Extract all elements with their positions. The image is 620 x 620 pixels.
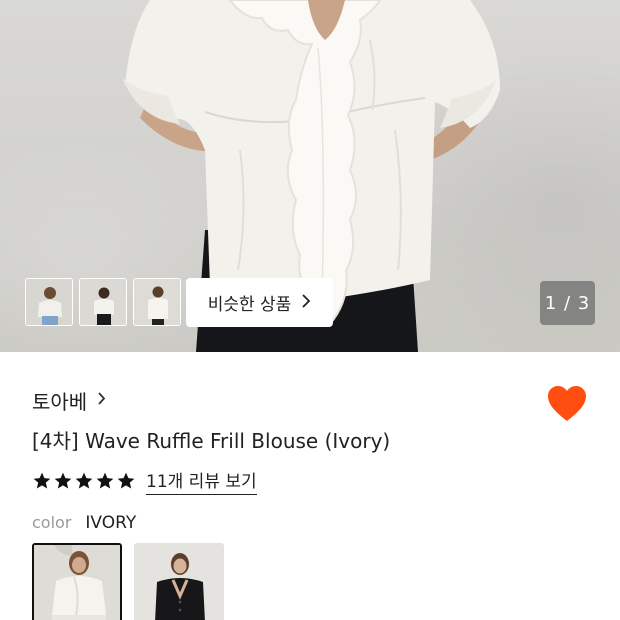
product-main-image[interactable]: 비슷한 상품 1 / 3 xyxy=(0,0,620,352)
brand-name: 토아베 xyxy=(32,390,88,414)
star-icon xyxy=(96,472,114,489)
thumbnail-1[interactable] xyxy=(25,278,73,326)
color-swatches xyxy=(32,543,224,620)
thumbnail-model-icon xyxy=(26,279,72,325)
brand-link[interactable]: 토아베 xyxy=(32,386,106,415)
rating-stars xyxy=(32,471,136,491)
color-label: color xyxy=(32,513,72,532)
thumbnail-model-icon xyxy=(134,279,180,325)
star-icon xyxy=(75,472,93,489)
color-row: color IVORY xyxy=(32,513,136,533)
thumbnail-strip xyxy=(25,278,181,326)
rating-row: 11개 리뷰 보기 xyxy=(32,467,257,495)
swatch-black-image xyxy=(135,544,223,620)
thumbnail-3[interactable] xyxy=(133,278,181,326)
image-pager: 1 / 3 xyxy=(540,281,595,325)
swatch-ivory-image xyxy=(34,545,120,620)
star-icon xyxy=(54,472,72,489)
thumbnail-model-icon xyxy=(80,279,126,325)
similar-products-label: 비슷한 상품 xyxy=(207,295,292,315)
star-icon xyxy=(33,472,51,489)
star-icon xyxy=(117,472,135,489)
similar-products-button[interactable]: 비슷한 상품 xyxy=(186,278,333,327)
product-title: [4차] Wave Ruffle Frill Blouse (Ivory) xyxy=(32,429,391,453)
thumbnail-2[interactable] xyxy=(79,278,127,326)
review-link[interactable]: 11개 리뷰 보기 xyxy=(146,467,257,495)
color-value: IVORY xyxy=(85,513,137,533)
wishlist-heart-icon[interactable] xyxy=(546,384,588,424)
chevron-right-icon xyxy=(97,390,106,411)
swatch-black[interactable] xyxy=(134,543,224,620)
chevron-right-icon xyxy=(301,293,311,313)
swatch-ivory[interactable] xyxy=(32,543,122,620)
